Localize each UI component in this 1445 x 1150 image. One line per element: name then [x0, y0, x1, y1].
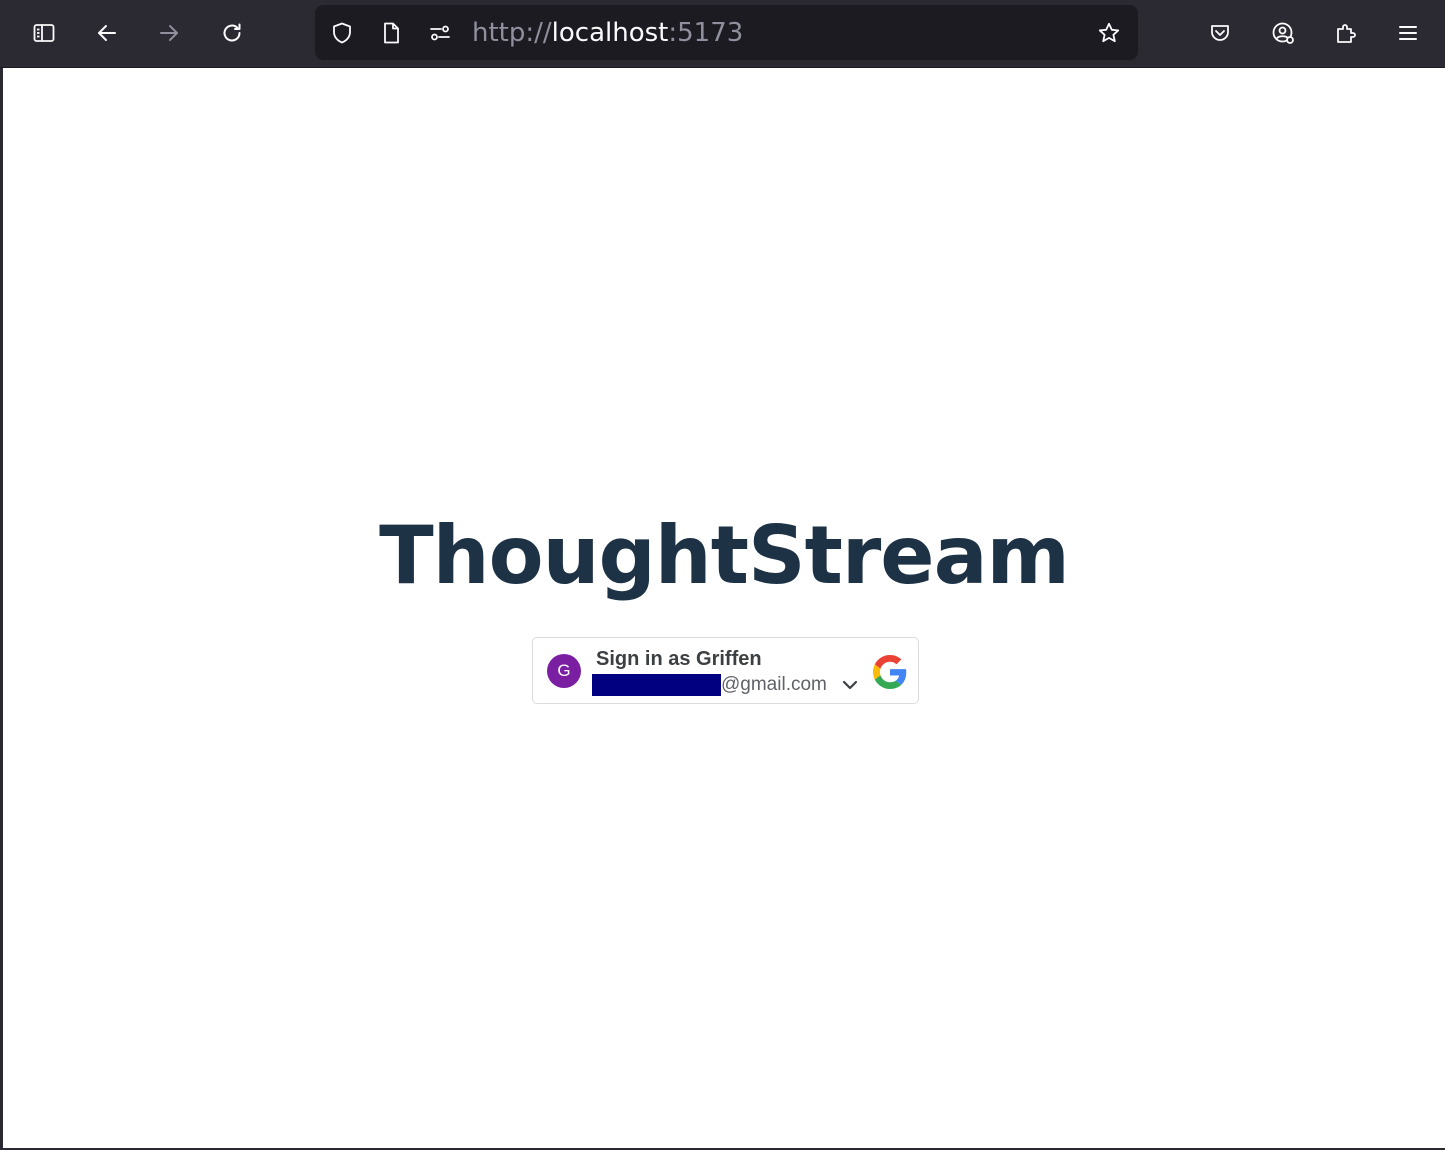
browser-window: http://localhost:5173 ThoughtStream G Si… — [0, 0, 1445, 1150]
email-row: @gmail.com — [592, 674, 827, 696]
reload-icon — [223, 23, 241, 42]
page-icon — [384, 22, 399, 44]
star-icon — [1098, 22, 1120, 43]
permissions-button[interactable] — [426, 19, 454, 47]
account-icon — [1272, 22, 1294, 44]
extensions-button[interactable] — [1326, 13, 1366, 53]
email-suffix: @gmail.com — [721, 674, 827, 695]
sidebar-toggle-button[interactable] — [24, 13, 64, 53]
site-info-button[interactable] — [377, 19, 405, 47]
menu-button[interactable] — [1388, 13, 1428, 53]
url-port: :5173 — [668, 18, 744, 48]
sidebar-icon — [33, 24, 55, 42]
page-viewport: ThoughtStream G Sign in as Griffen @gmai… — [3, 68, 1445, 1148]
puzzle-icon — [1337, 24, 1356, 43]
address-bar[interactable]: http://localhost:5173 — [315, 5, 1138, 60]
chevron-down-icon[interactable] — [840, 675, 860, 695]
back-button[interactable] — [87, 13, 127, 53]
forward-button[interactable] — [149, 13, 189, 53]
shield-icon — [333, 22, 351, 44]
arrow-right-icon — [160, 25, 178, 41]
url-scheme: http:// — [472, 18, 552, 48]
browser-toolbar: http://localhost:5173 — [0, 0, 1445, 68]
hamburger-icon — [1399, 26, 1417, 40]
sign-in-label: Sign in as Griffen — [596, 648, 762, 670]
url-host: localhost — [551, 18, 669, 48]
permissions-icon — [430, 25, 450, 41]
redaction-block — [592, 674, 721, 696]
url-text[interactable]: http://localhost:5173 — [472, 17, 743, 49]
google-sign-in-button[interactable]: G Sign in as Griffen @gmail.com — [532, 637, 919, 704]
bookmark-button[interactable] — [1095, 19, 1123, 47]
app-title: ThoughtStream — [379, 509, 1070, 602]
google-logo-icon — [873, 655, 907, 689]
avatar: G — [547, 654, 581, 688]
tracking-protection-button[interactable] — [328, 19, 356, 47]
pocket-icon — [1211, 25, 1229, 41]
pocket-button[interactable] — [1200, 13, 1240, 53]
reload-button[interactable] — [212, 13, 252, 53]
account-button[interactable] — [1263, 13, 1303, 53]
arrow-left-icon — [98, 25, 116, 41]
